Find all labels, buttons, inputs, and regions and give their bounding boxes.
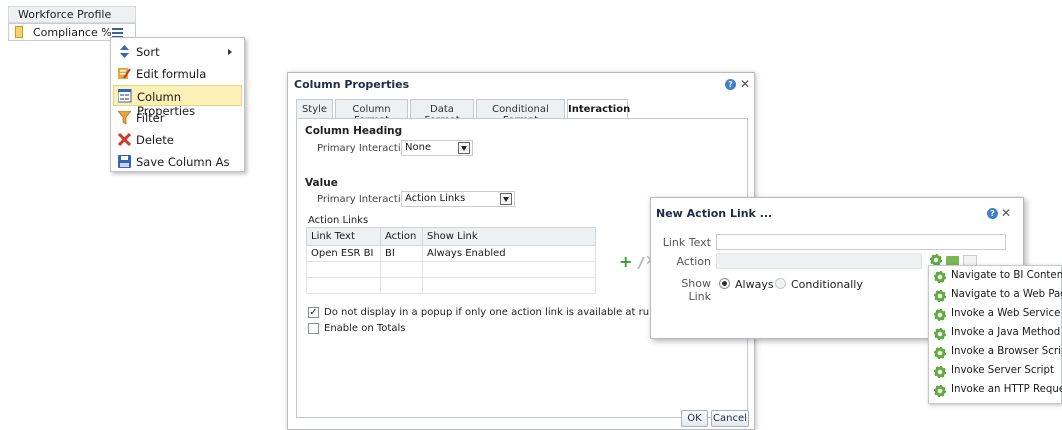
gear-icon [934,271,946,283]
filter-icon [117,110,132,125]
dialog-title: Column Properties [294,78,410,91]
show-link-conditionally-radio[interactable] [775,278,786,289]
subject-area-title: Workforce Profile Facts [8,6,136,34]
submenu-arrow-icon [228,49,232,55]
select-value: None [405,142,432,153]
menu-item-label: Sort [136,45,160,59]
value-primary-interaction-select[interactable]: Action Links [401,191,515,207]
menu-item-label: Edit formula [136,67,207,81]
menu-item-navigate-web-page[interactable]: Navigate to a Web Page [933,289,1062,305]
menu-item-label: Filter [136,111,165,125]
menu-item-label: Invoke a Java Method [951,327,1061,338]
table-row[interactable]: Open ESR BI BI Always Enabled [306,245,596,262]
menu-item-label: Delete [136,133,174,147]
cell-show-link [422,261,596,278]
close-icon[interactable]: ✕ [740,78,750,90]
help-icon[interactable]: ? [725,79,736,90]
column-heading-section: Column Heading [305,125,403,137]
cell-action [380,277,423,294]
select-value: Action Links [405,193,466,204]
gear-icon [934,328,946,340]
menu-item-label: Invoke a Browser Script [951,346,1062,357]
cell-action [380,261,423,278]
cell-action: BI [380,245,423,262]
menu-item-label: Navigate to a Web Page [951,289,1062,300]
menu-item-filter[interactable]: Filter [113,107,242,128]
gear-icon [934,385,946,397]
column-header: Link Text [306,227,381,246]
menu-item-delete[interactable]: Delete [113,129,242,150]
action-label: Action [676,255,711,268]
help-icon[interactable]: ? [987,208,998,219]
menu-item-invoke-server-script[interactable]: Invoke Server Script [933,365,1054,381]
cell-show-link [422,277,596,294]
column-header: Action [380,227,423,246]
menu-item-save-column-as[interactable]: Save Column As [113,151,242,172]
menu-item-invoke-java-method[interactable]: Invoke a Java Method [933,327,1060,343]
link-text-label: Link Text [662,236,711,249]
menu-item-sort[interactable]: Sort [113,41,242,62]
show-link-label: Show Link [681,277,711,303]
gear-icon [934,366,946,378]
close-icon[interactable]: ✕ [1001,207,1011,219]
dialog-title: New Action Link ... [656,207,773,220]
table-row[interactable] [306,261,596,278]
menu-item-label: Invoke Server Script [951,365,1054,376]
dropdown-arrow-icon [458,142,470,154]
menu-item-navigate-bi-content[interactable]: Navigate to BI Content [933,270,1062,286]
action-links-label: Action Links [308,215,369,226]
menu-item-label: Invoke a Web Service [951,308,1061,319]
no-popup-checkbox[interactable]: ✓ [308,307,319,318]
sort-icon [118,45,131,58]
value-primary-interaction-label: Primary Interaction [317,194,414,205]
tab-conditional-format[interactable]: Conditional Format [476,99,565,126]
value-section: Value [305,177,338,189]
menu-item-invoke-http-request[interactable]: Invoke an HTTP Request [933,384,1062,400]
menu-item-edit-formula[interactable]: Edit formula [113,63,242,84]
cell-link-text: Open ESR BI [306,245,381,262]
action-field [716,253,922,269]
save-icon [118,155,131,168]
menu-item-label: Save Column As [136,155,230,169]
column-icon [15,26,23,38]
column-properties-icon [117,88,132,103]
gear-icon [934,290,946,302]
menu-item-column-properties[interactable]: Column Properties [113,85,242,118]
delete-icon [117,132,132,147]
column-context-menu: Sort Edit formula Column Properties Filt… [110,37,245,172]
heading-primary-interaction-label: Primary Interaction [317,143,414,154]
table-row[interactable] [306,277,596,294]
radio-always-label: Always [735,278,774,291]
menu-item-invoke-browser-script[interactable]: Invoke a Browser Script [933,346,1062,362]
tab-data-format[interactable]: Data Format [410,99,474,126]
gear-icon [934,347,946,359]
menu-item-invoke-web-service[interactable]: Invoke a Web Service [933,308,1060,324]
menu-item-label: Navigate to BI Content [951,270,1062,281]
cancel-button[interactable]: Cancel [711,410,749,427]
column-label: Compliance % [33,26,112,39]
tab-column-format[interactable]: Column Format [335,99,408,126]
dropdown-arrow-icon [500,193,512,205]
tab-style[interactable]: Style [296,99,333,119]
radio-conditionally-label: Conditionally [791,278,863,291]
menu-item-label: Invoke an HTTP Request [951,384,1062,395]
no-popup-label: Do not display in a popup if only one ac… [324,307,679,318]
cell-show-link: Always Enabled [422,245,596,262]
action-links-table: Link Text Action Show Link Open ESR BI B… [306,227,596,294]
edit-formula-icon [118,67,131,80]
enable-totals-label: Enable on Totals [324,323,406,334]
enable-totals-checkbox[interactable] [308,323,319,334]
cell-link-text [306,277,381,294]
tab-interaction[interactable]: Interaction [567,99,630,120]
heading-primary-interaction-select[interactable]: None [401,140,473,156]
column-header: Show Link [422,227,596,246]
ok-button-footer[interactable]: OK [681,410,708,427]
gear-icon [934,309,946,321]
action-type-menu: Navigate to BI Content Navigate to a Web… [928,265,1062,404]
link-text-input[interactable] [716,234,1006,250]
cell-link-text [306,261,381,278]
show-link-always-radio[interactable] [719,278,730,289]
